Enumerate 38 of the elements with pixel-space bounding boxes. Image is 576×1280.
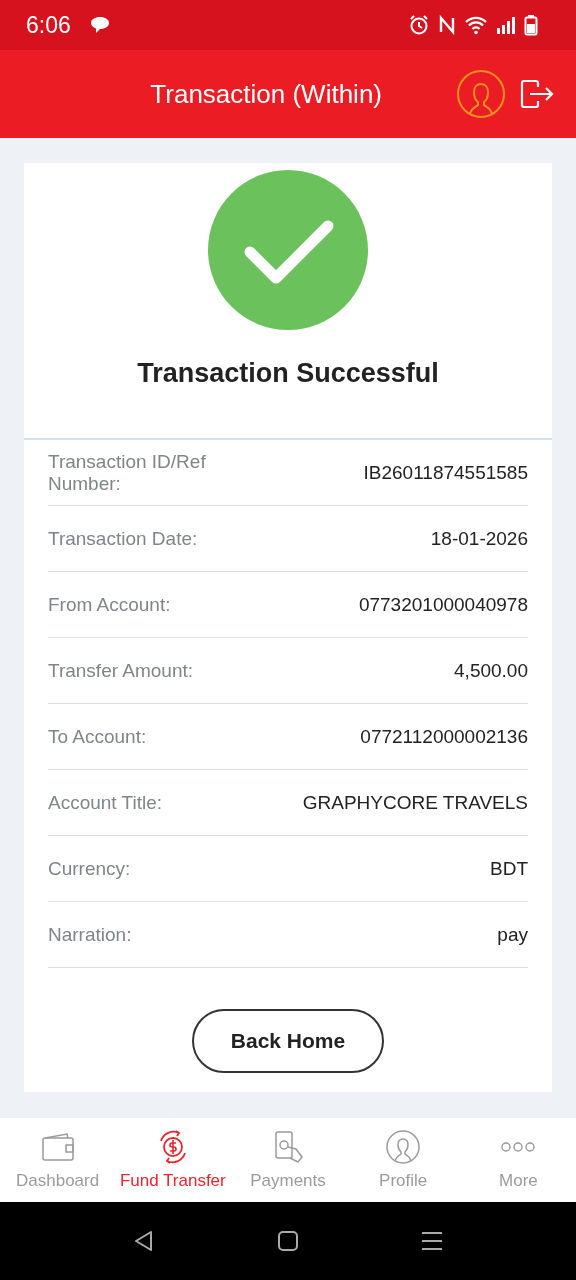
nfc-icon bbox=[438, 14, 456, 36]
detail-value: GRAPHYCORE TRAVELS bbox=[302, 791, 528, 814]
header-title: Transaction (Within) bbox=[150, 78, 382, 110]
profile-icon bbox=[385, 1129, 422, 1165]
wifi-icon bbox=[464, 15, 488, 35]
detail-value: 0773201000040978 bbox=[358, 593, 528, 616]
detail-value: pay bbox=[497, 923, 528, 946]
more-icon bbox=[500, 1142, 537, 1152]
battery-icon bbox=[524, 14, 538, 36]
nav-tab[interactable]: Dashboard bbox=[0, 1118, 116, 1202]
detail-value: BDT bbox=[490, 857, 528, 880]
alarm-icon bbox=[408, 14, 430, 36]
home-icon[interactable] bbox=[277, 1230, 299, 1252]
detail-label: Transaction ID/Ref Number: bbox=[48, 450, 207, 495]
nav-tab[interactable]: Payments bbox=[230, 1118, 346, 1202]
detail-label: Narration: bbox=[48, 923, 132, 946]
success-check-icon bbox=[208, 170, 368, 330]
nav-tab[interactable]: Fund Transfer bbox=[115, 1118, 231, 1202]
logout-icon[interactable] bbox=[520, 79, 554, 109]
status-time: 6:06 bbox=[26, 11, 71, 39]
detail-label: Currency: bbox=[48, 857, 131, 880]
success-title: Transaction Successful bbox=[137, 358, 439, 389]
detail-value: 18-01-2026 bbox=[430, 527, 528, 550]
detail-label: From Account: bbox=[48, 593, 171, 616]
nav-tab[interactable]: More bbox=[460, 1118, 576, 1202]
detail-value: 0772112000002136 bbox=[360, 725, 528, 748]
detail-label: Transaction Date: bbox=[48, 527, 198, 550]
detail-value: 4,500.00 bbox=[454, 659, 528, 682]
signal-icon bbox=[496, 15, 516, 35]
back-home-button[interactable]: Back Home bbox=[192, 1009, 384, 1073]
chat-icon bbox=[88, 15, 111, 35]
detail-value: IB26011874551585 bbox=[363, 461, 528, 484]
detail-label: Transfer Amount: bbox=[48, 659, 194, 682]
detail-label: To Account: bbox=[48, 725, 147, 748]
menu-icon[interactable] bbox=[421, 1231, 443, 1251]
back-icon[interactable] bbox=[133, 1229, 155, 1253]
detail-label: Account Title: bbox=[48, 791, 163, 814]
nav-tab[interactable]: Profile bbox=[345, 1118, 461, 1202]
